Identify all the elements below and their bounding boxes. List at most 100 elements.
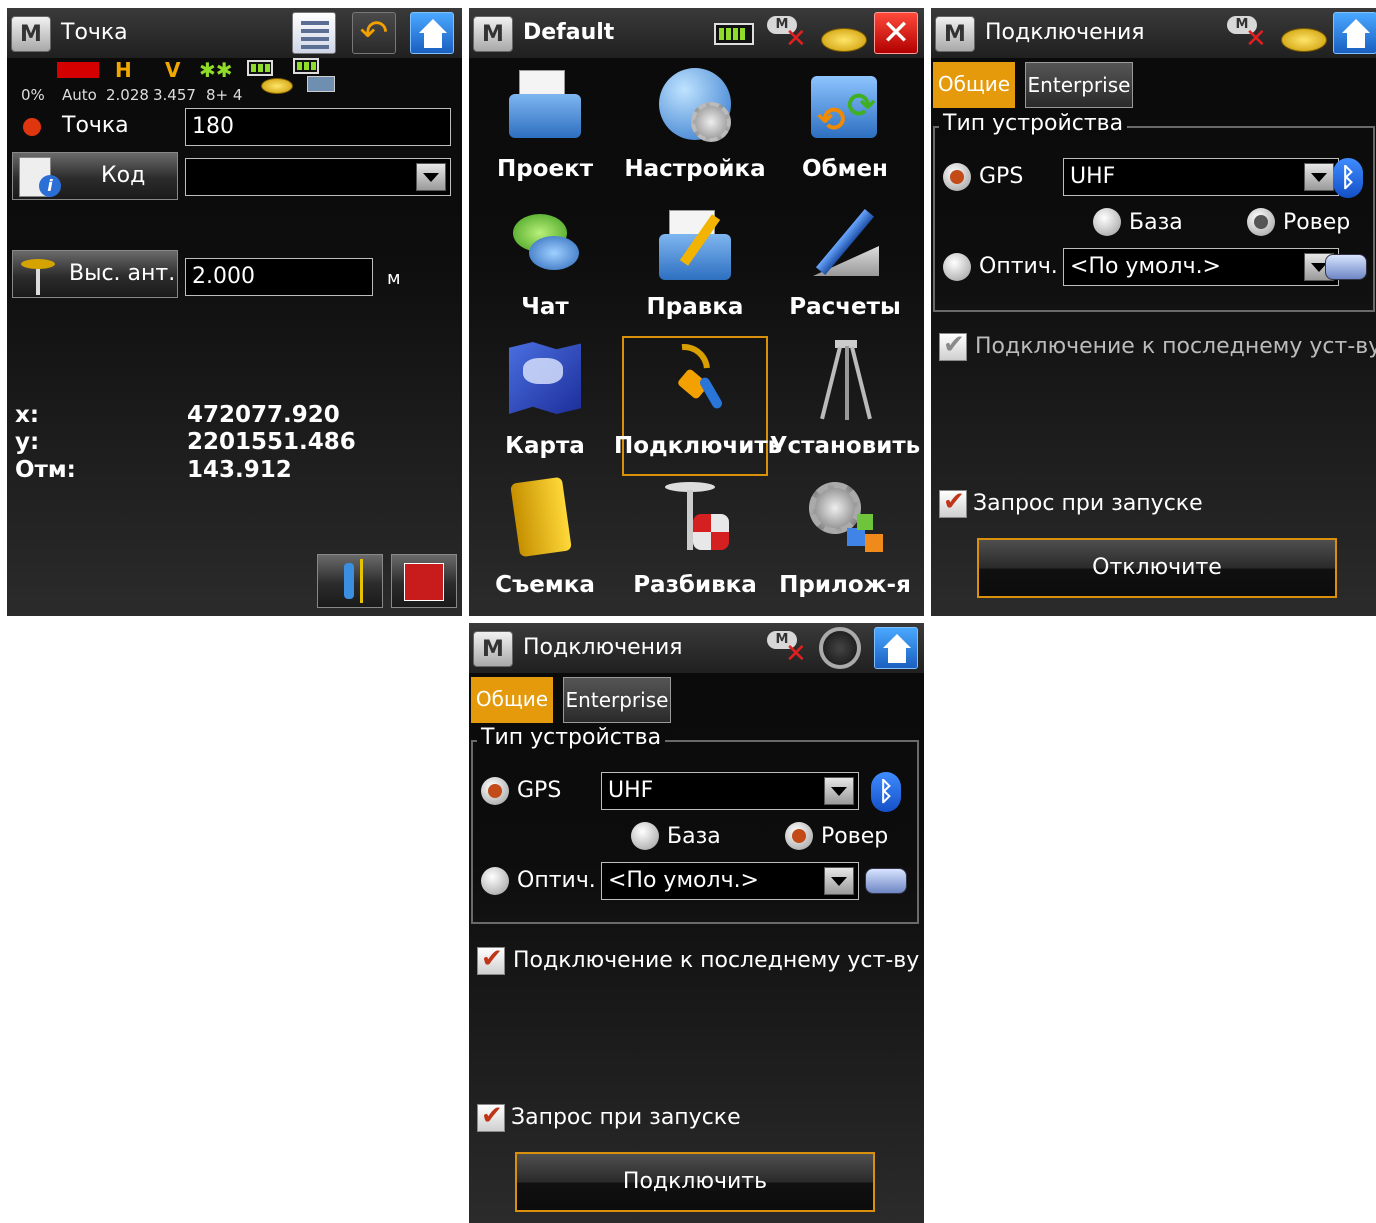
menu-item-label: Разбивка [633, 572, 757, 598]
chevron-down-icon[interactable] [416, 163, 446, 191]
window-title: Default [523, 20, 615, 45]
pencil-ruler-icon [805, 206, 885, 286]
window-title: Подключения [523, 635, 683, 660]
signal-bar-icon [57, 62, 99, 78]
menu-item-label: Чат [521, 294, 569, 320]
startup-prompt-label: Запрос при запуске [511, 1105, 741, 1130]
radio-optical[interactable] [943, 253, 971, 281]
save-button[interactable] [391, 554, 457, 608]
device-icon [307, 76, 335, 92]
tab-enterprise[interactable]: Enterprise [1025, 62, 1133, 108]
home-icon[interactable] [410, 12, 454, 54]
gear-blocks-icon [805, 478, 885, 558]
tab-general[interactable]: Общие [471, 677, 553, 723]
chevron-down-icon[interactable] [824, 777, 854, 805]
exchange-icon: ⟲ ⟳ [805, 66, 885, 146]
menu-button[interactable]: M [935, 16, 975, 52]
optical-device-value: <По умолч.> [608, 868, 759, 893]
menu-item-label: Настройка [624, 156, 766, 182]
menu-item-connect[interactable]: Подключить [614, 333, 782, 476]
status-percent: 0% [21, 86, 45, 104]
serial-port-icon[interactable] [1325, 254, 1367, 280]
radio-base[interactable] [631, 822, 659, 850]
title-bar: M Default M ✕ ✕ [469, 8, 924, 58]
startup-prompt-checkbox[interactable] [939, 487, 967, 518]
chevron-down-icon[interactable] [824, 867, 854, 895]
menu-button[interactable]: M [473, 16, 513, 52]
chevron-down-icon[interactable] [1304, 163, 1334, 191]
radio-optical[interactable] [481, 867, 509, 895]
radio-base[interactable] [1093, 208, 1121, 236]
floppy-disk-icon [404, 563, 444, 601]
bluetooth-icon[interactable]: ᛒ [1333, 158, 1363, 198]
antenna-height-input[interactable]: 2.000 [185, 258, 373, 296]
tab-enterprise[interactable]: Enterprise [563, 677, 671, 723]
title-bar: M Подключения M ✕ [931, 8, 1376, 58]
code-button-label: Код [101, 163, 146, 188]
code-button[interactable]: i Код [12, 152, 178, 200]
target-sync-icon [819, 627, 861, 669]
home-icon[interactable] [874, 627, 918, 669]
radio-gps[interactable] [943, 163, 971, 191]
radio-gps[interactable] [481, 777, 509, 805]
disconnect-button-label: Отключите [1092, 555, 1222, 580]
screen-point: M Точка ↶ H V ✱✱ 0% Auto 2.028 3.457 8+ … [7, 8, 462, 616]
survey-person-button[interactable] [317, 554, 383, 608]
last-bt-label: Подключение к последнему уст-ву BT [975, 334, 1376, 359]
point-status-dot-icon [23, 118, 41, 136]
status-v-label: V [165, 58, 181, 82]
antenna-icon [21, 259, 55, 269]
list-icon[interactable] [292, 12, 336, 54]
gps-device-select[interactable]: UHF [601, 772, 859, 810]
tab-general[interactable]: Общие [933, 62, 1015, 108]
optical-device-value: <По умолч.> [1070, 254, 1221, 279]
last-bt-checkbox[interactable] [477, 944, 505, 975]
point-input[interactable]: 180 [185, 108, 451, 146]
bluetooth-icon[interactable]: ᛒ [871, 772, 901, 812]
coord-x-value: 472077.920 [187, 402, 340, 428]
coord-elev-label: Отм: [15, 457, 76, 483]
battery-icon [714, 23, 754, 45]
menu-item-label: Обмен [802, 156, 888, 182]
gps-device-value: UHF [1070, 164, 1116, 189]
menu-item-label: Прилож-я [779, 572, 911, 598]
home-icon[interactable] [1333, 12, 1376, 54]
disconnect-button[interactable]: Отключите [977, 538, 1337, 598]
last-bt-checkbox[interactable] [939, 330, 967, 361]
status-h-label: H [115, 58, 132, 82]
status-mode: Auto [62, 86, 97, 104]
title-bar: M Точка ↶ [7, 8, 462, 58]
startup-prompt-checkbox[interactable] [477, 1101, 505, 1132]
undo-icon[interactable]: ↶ [352, 12, 396, 54]
code-select[interactable] [185, 158, 451, 196]
status-h-value: 2.028 [106, 86, 149, 104]
gps-device-select[interactable]: UHF [1063, 158, 1339, 196]
screen-main-menu: M Default M ✕ ✕ Проект Настройка ⟲ ⟳ Обме… [469, 8, 924, 616]
radio-rover[interactable] [785, 822, 813, 850]
screen-connections-disconnected: M Подключения M ✕ Общие Enterprise Тип ус… [469, 623, 924, 1223]
screen-connections-connected: M Подключения M ✕ Общие Enterprise Тип ус… [931, 8, 1376, 616]
disconnected-cloud-icon: M ✕ [767, 10, 813, 54]
base-label: База [1129, 210, 1183, 235]
close-icon[interactable]: ✕ [874, 12, 918, 54]
battery-icon [247, 60, 273, 76]
coord-y-label: y: [15, 429, 40, 455]
window-title: Точка [61, 20, 128, 45]
receiver-battery-icon [293, 58, 319, 74]
optical-label: Оптич. [979, 254, 1058, 279]
optical-device-select[interactable]: <По умолч.> [1063, 248, 1339, 286]
antenna-height-button[interactable]: Выс. ант. [12, 250, 178, 298]
menu-button[interactable]: M [11, 16, 51, 52]
menu-item-label: Подключить [614, 433, 783, 459]
coord-elev-value: 143.912 [187, 457, 292, 483]
chat-bubbles-icon [505, 206, 585, 286]
status-sats: 8+ 4 [206, 86, 243, 104]
person-icon [344, 563, 354, 599]
serial-port-icon[interactable] [865, 868, 907, 894]
optical-device-select[interactable]: <По умолч.> [601, 862, 859, 900]
antenna-pole-icon [36, 269, 40, 295]
radio-rover[interactable] [1247, 208, 1275, 236]
menu-button[interactable]: M [473, 631, 513, 667]
connect-button[interactable]: Подключить [515, 1152, 875, 1212]
gnss-receiver-icon [1281, 28, 1327, 52]
